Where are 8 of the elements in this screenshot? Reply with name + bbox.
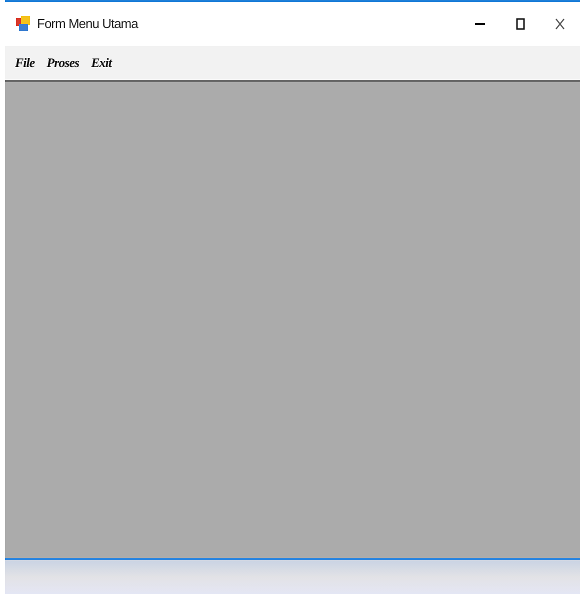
minimize-icon: [475, 23, 485, 25]
window-title: Form Menu Utama: [37, 15, 138, 34]
app-icon: [15, 16, 31, 32]
maximize-icon: [516, 18, 524, 30]
menu-item[interactable]: Exit: [91, 53, 112, 73]
close-icon: [555, 18, 565, 30]
menu-item[interactable]: File: [15, 53, 35, 73]
menu-item[interactable]: Proses: [46, 53, 80, 73]
